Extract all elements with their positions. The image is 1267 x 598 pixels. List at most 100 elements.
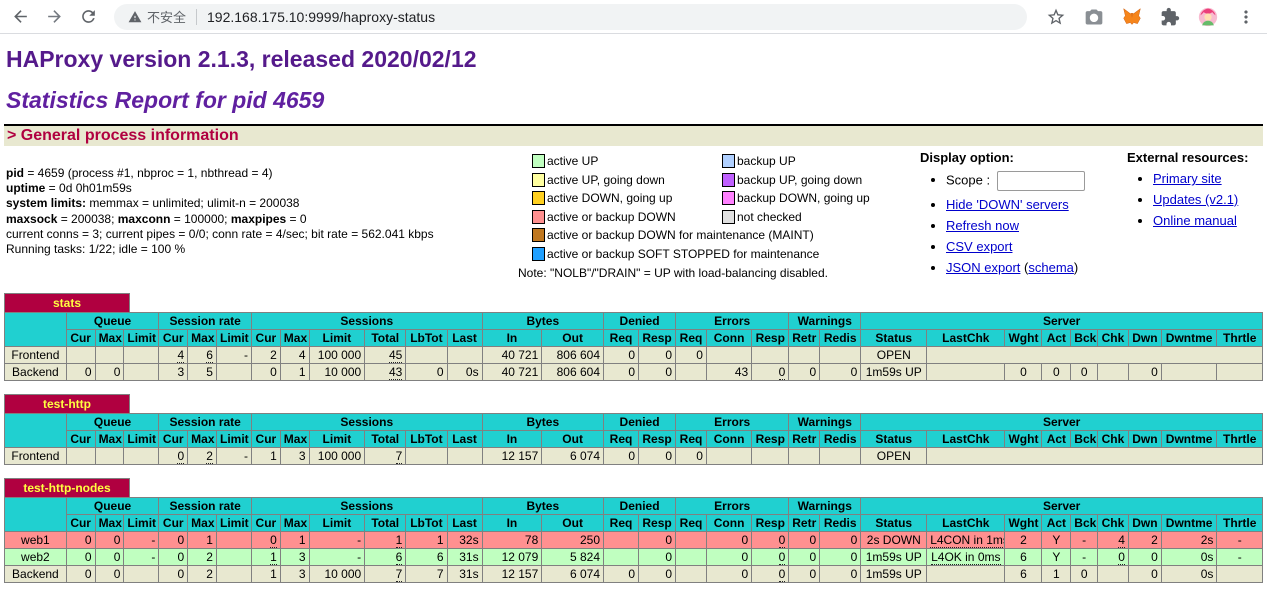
- column-group-header: Bytes: [482, 313, 603, 330]
- stat-cell: 806 604: [542, 347, 604, 364]
- row-label: Backend: [5, 364, 67, 381]
- extensions-puzzle-icon[interactable]: [1159, 6, 1181, 28]
- back-arrow-icon[interactable]: [10, 7, 30, 27]
- column-header: Thrtle: [1217, 515, 1263, 532]
- external-resource-link[interactable]: Primary site: [1153, 171, 1222, 186]
- display-option-link[interactable]: CSV export: [946, 239, 1012, 254]
- header-sub-row: CurMaxLimitCurMaxLimitCurMaxLimitTotalLb…: [5, 515, 1263, 532]
- status-legend: active UPbackup UPactive UP, going downb…: [532, 150, 920, 280]
- stat-cell: [789, 448, 820, 465]
- stat-cell: -: [1071, 532, 1098, 549]
- stat-cell: [1161, 364, 1217, 381]
- column-header: Redis: [820, 515, 861, 532]
- stat-cell: 6 074: [542, 566, 604, 583]
- stat-cell: 6: [365, 549, 406, 566]
- stat-cell: 1: [365, 532, 406, 549]
- legend-swatch: [532, 247, 545, 261]
- column-header: Max: [280, 330, 309, 347]
- stat-cell: 0: [789, 532, 820, 549]
- stat-cell: 0s: [1161, 566, 1217, 583]
- stat-cell: 32s: [447, 532, 482, 549]
- stat-cell: 0: [639, 532, 676, 549]
- column-header: Thrtle: [1217, 330, 1263, 347]
- column-group-header: Warnings: [789, 313, 861, 330]
- reload-icon[interactable]: [78, 7, 98, 27]
- stat-value: 0: [779, 550, 786, 565]
- stat-cell: 0: [159, 448, 188, 465]
- stat-cell: Y: [1042, 532, 1071, 549]
- legend-label: backup UP: [737, 154, 796, 168]
- display-option-title: Display option:: [920, 150, 1014, 165]
- legend-label: active UP: [547, 154, 598, 168]
- column-header: Total: [365, 431, 406, 448]
- column-header: Req: [604, 431, 639, 448]
- warning-triangle-icon[interactable]: [128, 10, 147, 24]
- column-header: Status: [861, 330, 927, 347]
- address-bar[interactable]: 不安全 192.168.175.10:9999/haproxy-status: [114, 4, 1027, 30]
- bookmark-star-icon[interactable]: [1045, 6, 1067, 28]
- stat-cell: [927, 364, 1005, 381]
- display-option-link[interactable]: schema: [1028, 260, 1074, 275]
- display-option-link[interactable]: Hide 'DOWN' servers: [946, 197, 1069, 212]
- stat-cell: 0: [95, 549, 124, 566]
- column-header: Out: [542, 330, 604, 347]
- option-text: ): [1074, 260, 1078, 275]
- stat-cell: 1: [406, 532, 447, 549]
- scope-input[interactable]: [997, 171, 1085, 191]
- stat-cell: 3: [159, 364, 188, 381]
- profile-avatar[interactable]: [1197, 6, 1219, 28]
- proxy-name-link[interactable]: test-http: [43, 397, 91, 411]
- proxy-name-link[interactable]: stats: [53, 296, 81, 310]
- browser-toolbar: 不安全 192.168.175.10:9999/haproxy-status: [0, 0, 1267, 34]
- forward-arrow-icon[interactable]: [44, 7, 64, 27]
- stat-cell: [216, 364, 251, 381]
- column-header: In: [482, 330, 542, 347]
- external-resource-link[interactable]: Updates (v2.1): [1153, 192, 1238, 207]
- column-group-header: Queue: [66, 313, 159, 330]
- stat-cell: 1: [280, 532, 309, 549]
- stat-cell: 0: [752, 566, 789, 583]
- column-header: Cur: [251, 330, 280, 347]
- table-row: web200-0213-6631s12 0795 824000001m59s U…: [5, 549, 1263, 566]
- display-option-link[interactable]: Refresh now: [946, 218, 1019, 233]
- column-header: Resp: [752, 330, 789, 347]
- camera-icon[interactable]: [1083, 6, 1105, 28]
- legend-label: backup DOWN, going up: [737, 191, 870, 205]
- legend-swatch: [722, 173, 735, 187]
- stat-value: 0: [270, 533, 277, 548]
- metamask-fox-icon[interactable]: [1121, 6, 1143, 28]
- stat-cell: 0: [639, 347, 676, 364]
- stat-cell: 0: [604, 364, 639, 381]
- external-resource-link[interactable]: Online manual: [1153, 213, 1237, 228]
- column-group-header: Server: [861, 414, 1263, 431]
- stat-cell: 7: [365, 566, 406, 583]
- column-header: Dwn: [1128, 330, 1161, 347]
- stat-cell: [604, 532, 639, 549]
- display-option-link[interactable]: JSON export: [946, 260, 1020, 275]
- stat-cell: [66, 347, 95, 364]
- stat-cell: 2s DOWN: [861, 532, 927, 549]
- stat-cell: 10 000: [309, 364, 365, 381]
- stat-cell: [676, 532, 707, 549]
- stat-cell: 10 000: [309, 566, 365, 583]
- menu-dots-icon[interactable]: [1235, 6, 1257, 28]
- proxy-tables: stats QueueSession rateSessionsBytesDenie…: [4, 293, 1263, 583]
- header-group-row: QueueSession rateSessionsBytesDeniedErro…: [5, 498, 1263, 515]
- column-header: Max: [280, 431, 309, 448]
- info-text: current conns = 3; current pipes = 0/0; …: [6, 227, 434, 241]
- stat-cell: -: [1071, 549, 1098, 566]
- stat-cell: 0: [676, 347, 707, 364]
- stat-cell: 2: [188, 566, 217, 583]
- column-header: Chk: [1098, 515, 1129, 532]
- haproxy-version-link[interactable]: HAProxy version 2.1.3, released 2020/02/…: [6, 46, 477, 72]
- proxy-name-link[interactable]: test-http-nodes: [23, 481, 110, 495]
- page-title: HAProxy version 2.1.3, released 2020/02/…: [6, 46, 1263, 73]
- info-key: uptime: [6, 181, 45, 195]
- column-header: Act: [1042, 330, 1071, 347]
- legend-label: active or backup DOWN for maintenance (M…: [547, 228, 814, 242]
- stat-cell: [820, 448, 861, 465]
- stat-cell: [676, 549, 707, 566]
- column-header: Cur: [159, 330, 188, 347]
- legend-swatch: [722, 191, 735, 205]
- info-text: = 100000;: [170, 212, 230, 226]
